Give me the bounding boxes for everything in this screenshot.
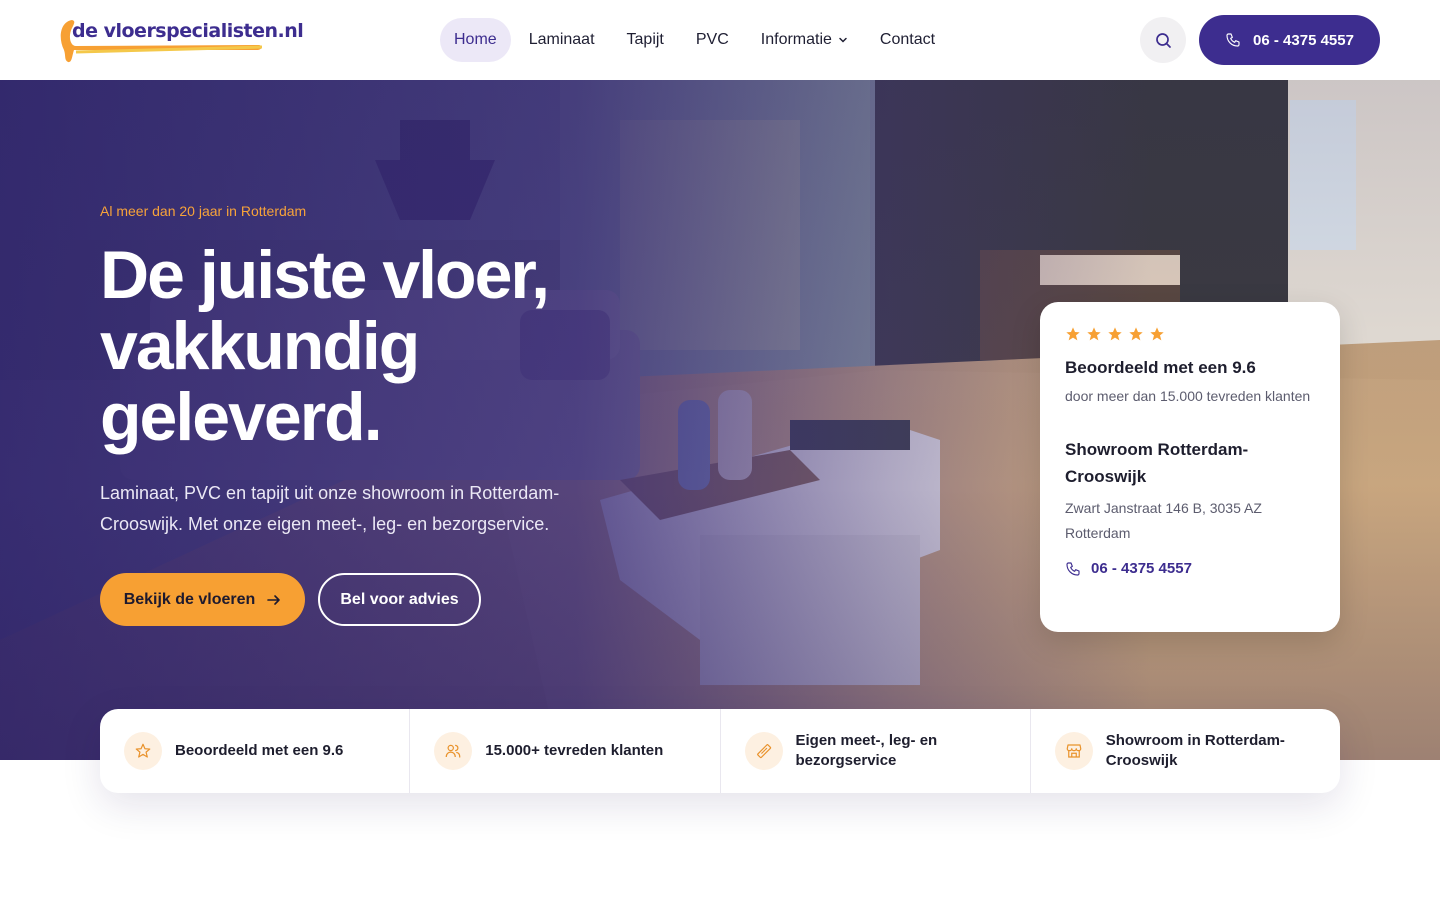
users-icon: [434, 732, 473, 770]
phone-icon: [1226, 33, 1240, 47]
search-button[interactable]: [1140, 17, 1186, 63]
feature-item: 15.000+ tevreden klanten: [410, 709, 721, 793]
star-icon: [1087, 327, 1101, 341]
call-for-advice-button[interactable]: Bel voor advies: [318, 573, 481, 626]
phone-icon: [1066, 561, 1080, 576]
showroom-title: Showroom Rotterdam-Crooswijk: [1065, 440, 1249, 486]
star-icon: [1129, 327, 1143, 341]
site-header: de vloerspecialisten.nl Home Laminaat Ta…: [0, 0, 1440, 80]
nav-item-contact[interactable]: Contact: [866, 18, 949, 62]
feature-item: Eigen meet-, leg- en bezorgservice: [721, 709, 1031, 793]
nav-item-home[interactable]: Home: [440, 18, 511, 62]
view-floors-button[interactable]: Bekijk de vloeren: [100, 573, 305, 626]
feature-item: Beoordeeld met een 9.6: [100, 709, 411, 793]
logo-text: de vloerspecialisten.nl: [72, 20, 304, 42]
rating-title: Beoordeeld met een 9.6: [1065, 358, 1256, 377]
feature-label: Beoordeeld met een 9.6: [175, 742, 344, 759]
hero-section: Al meer dan 20 jaar in Rotterdam De juis…: [0, 80, 1440, 760]
nav-item-laminaat[interactable]: Laminaat: [515, 18, 609, 62]
features-bar: Beoordeeld met een 9.6 15.000+ tevreden …: [100, 709, 1340, 793]
hero-eyebrow: Al meer dan 20 jaar in Rotterdam: [100, 203, 307, 219]
search-icon: [1155, 32, 1171, 48]
main-nav: Home Laminaat Tapijt PVC Informatie Cont…: [440, 18, 953, 62]
nav-item-informatie-label: Informatie: [760, 31, 832, 48]
star-icon: [1150, 327, 1164, 341]
nav-item-pvc[interactable]: PVC: [682, 18, 743, 62]
feature-label: Eigen meet-, leg- en bezorgservice: [795, 732, 938, 769]
star-icon: [1066, 327, 1080, 341]
header-phone-button[interactable]: 06 - 4375 4557: [1199, 15, 1380, 65]
card-phone-label: 06 - 4375 4557: [1091, 560, 1192, 577]
card-phone-link[interactable]: 06 - 4375 4557: [1065, 560, 1315, 577]
hero-title: De juiste vloer, vakkundig geleverd.: [100, 237, 550, 455]
feature-item: Showroom in Rotterdam-Crooswijk: [1031, 709, 1340, 793]
store-icon: [1054, 732, 1093, 770]
chevron-down-icon: [839, 37, 847, 43]
nav-item-informatie[interactable]: Informatie: [747, 18, 862, 62]
feature-label: Showroom in Rotterdam-Crooswijk: [1105, 732, 1285, 769]
star-icon: [1108, 327, 1122, 341]
header-phone-label: 06 - 4375 4557: [1253, 31, 1354, 49]
star-icon: [124, 732, 162, 770]
hero-subtitle: Laminaat, PVC en tapijt uit onze showroo…: [100, 483, 560, 534]
ruler-icon: [744, 732, 783, 770]
site-logo[interactable]: de vloerspecialisten.nl: [58, 14, 304, 64]
rating-stars: [1065, 326, 1315, 346]
view-floors-label: Bekijk de vloeren: [123, 590, 256, 608]
nav-item-tapijt[interactable]: Tapijt: [613, 18, 678, 62]
showroom-address: Zwart Janstraat 146 B, 3035 AZ Rotterdam: [1065, 500, 1262, 541]
rating-text: door meer dan 15.000 tevreden klanten: [1065, 388, 1311, 404]
rating-card: Beoordeeld met een 9.6 door meer dan 15.…: [1040, 302, 1340, 632]
feature-label: 15.000+ tevreden klanten: [485, 742, 664, 759]
arrow-right-icon: [267, 594, 281, 605]
